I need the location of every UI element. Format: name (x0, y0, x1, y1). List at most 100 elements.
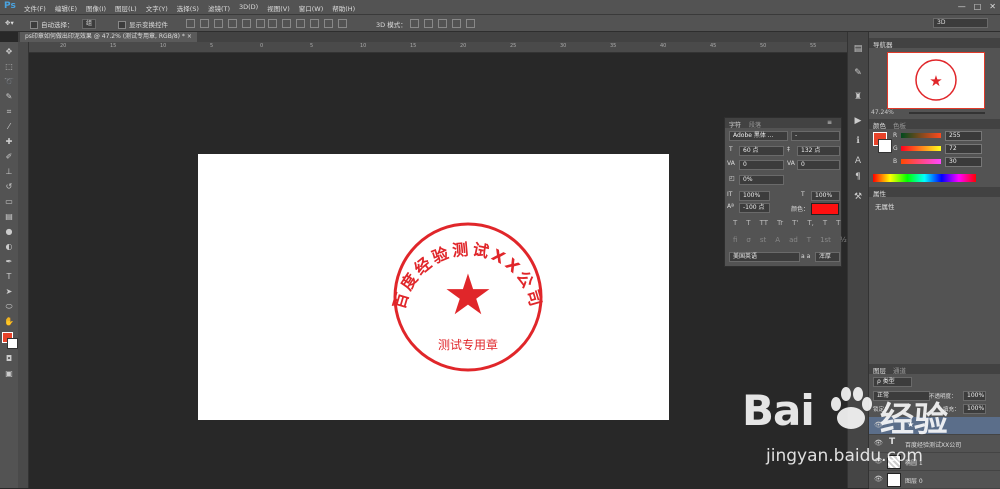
ligature-button[interactable]: fi (733, 236, 737, 244)
move-tool-icon[interactable]: ✥ (3, 47, 15, 56)
navigator-preview[interactable]: ★ (887, 52, 985, 109)
quick-select-tool-icon[interactable]: ✎ (3, 92, 15, 101)
distribute-bottom-icon[interactable] (296, 19, 305, 28)
align-vcenter-icon[interactable] (200, 19, 209, 28)
tab-channels[interactable]: 通道 (893, 365, 906, 375)
auto-select-checkbox[interactable]: 自动选择： (30, 19, 74, 29)
slide-3d-icon[interactable] (452, 19, 461, 28)
shape-tool-icon[interactable]: ⬭ (3, 302, 15, 311)
align-left-icon[interactable] (228, 19, 237, 28)
font-family-select[interactable]: Adobe 黑体 ... (729, 131, 788, 141)
marquee-tool-icon[interactable]: ⬚ (3, 62, 15, 71)
hand-tool-icon[interactable]: ✋ (3, 317, 15, 326)
r-value[interactable]: 255 (945, 131, 982, 141)
pen-tool-icon[interactable]: ✒ (3, 257, 15, 266)
vertical-scale-field[interactable]: 100% (739, 191, 770, 201)
g-value[interactable]: 72 (945, 144, 982, 154)
distribute-top-icon[interactable] (268, 19, 277, 28)
font-size-field[interactable]: 60 点 (739, 146, 784, 156)
menu-layer[interactable]: 图层(L) (115, 3, 137, 13)
type-tool-icon[interactable]: T (3, 272, 15, 281)
menu-image[interactable]: 图像(I) (86, 3, 106, 13)
screen-mode-icon[interactable]: ▣ (3, 369, 15, 378)
minimize-button[interactable]: — (958, 2, 966, 11)
navigator-zoom-slider[interactable] (909, 112, 985, 114)
tab-color[interactable]: 颜色 (873, 120, 886, 130)
eraser-tool-icon[interactable]: ▭ (3, 197, 15, 206)
menu-3d[interactable]: 3D(D) (239, 3, 258, 13)
rotate-3d-icon[interactable] (410, 19, 419, 28)
horizontal-scale-field[interactable]: 100% (811, 191, 840, 201)
distribute-right-icon[interactable] (338, 19, 347, 28)
tsume-field[interactable]: 0% (739, 175, 784, 185)
distribute-hcenter-icon[interactable] (324, 19, 333, 28)
menu-help[interactable]: 帮助(H) (332, 3, 355, 13)
document-tab[interactable]: ps印章如何做出印泥效果 @ 47.2% (测试专用章, RGB/8) * × (20, 32, 197, 42)
gradient-tool-icon[interactable]: ▤ (3, 212, 15, 221)
menu-file[interactable]: 文件(F) (24, 3, 46, 13)
r-slider[interactable] (901, 133, 941, 138)
tab-paragraph[interactable]: 段落 (749, 120, 761, 129)
text-color-swatch[interactable] (811, 203, 839, 215)
info-panel-icon[interactable]: ℹ (852, 136, 864, 146)
contextual-alt-button[interactable]: σ (746, 236, 750, 244)
g-slider[interactable] (901, 146, 941, 151)
workspace-select[interactable]: 3D (933, 18, 988, 28)
tracking-field[interactable]: 0 (797, 160, 840, 170)
auto-select-dropdown[interactable]: 组 (82, 19, 97, 29)
small-caps-button[interactable]: Tr (777, 219, 783, 227)
color-panel-background[interactable] (878, 139, 892, 153)
titling-alt-button[interactable]: T (807, 236, 811, 244)
tools-preset-icon[interactable]: ⚒ (852, 192, 864, 202)
panel-menu-icon[interactable]: ≡ (827, 119, 832, 126)
close-tab-icon[interactable]: × (187, 33, 192, 40)
blur-tool-icon[interactable]: ● (3, 227, 15, 236)
tab-properties[interactable]: 属性 (873, 188, 886, 198)
menu-type[interactable]: 文字(Y) (146, 3, 168, 13)
align-top-icon[interactable] (186, 19, 195, 28)
background-color-swatch[interactable] (7, 338, 18, 349)
lasso-tool-icon[interactable]: ➰ (3, 77, 15, 86)
path-select-tool-icon[interactable]: ➤ (3, 287, 15, 296)
menu-filter[interactable]: 滤镜(T) (208, 3, 230, 13)
scale-3d-icon[interactable] (466, 19, 475, 28)
clone-source-icon[interactable]: ♜ (852, 92, 864, 102)
align-hcenter-icon[interactable] (242, 19, 251, 28)
menu-window[interactable]: 窗口(W) (299, 3, 324, 13)
menu-edit[interactable]: 编辑(E) (55, 3, 77, 13)
tab-character[interactable]: 字符 (729, 120, 741, 129)
antialias-select[interactable]: 浑厚 (815, 252, 840, 262)
tab-swatches[interactable]: 色板 (893, 120, 906, 130)
stylistic-alt-button[interactable]: ad (789, 236, 798, 244)
swash-button[interactable]: A (775, 236, 780, 244)
kerning-field[interactable]: 0 (739, 160, 784, 170)
eyedropper-tool-icon[interactable]: ⁄ (3, 122, 15, 131)
crop-tool-icon[interactable]: ⌗ (3, 107, 15, 116)
superscript-button[interactable]: T' (792, 219, 798, 227)
paragraph-panel-icon[interactable]: ¶ (852, 172, 864, 182)
quick-mask-icon[interactable]: ◘ (3, 354, 15, 363)
character-panel-icon[interactable]: A (852, 156, 864, 166)
leading-field[interactable]: 132 点 (797, 146, 840, 156)
tab-layers[interactable]: 图层 (873, 365, 886, 375)
all-caps-button[interactable]: TT (760, 219, 768, 227)
faux-bold-button[interactable]: T (733, 219, 737, 227)
stamp-tool-icon[interactable]: ⊥ (3, 167, 15, 176)
close-button[interactable]: ✕ (989, 2, 996, 11)
healing-tool-icon[interactable]: ✚ (3, 137, 15, 146)
color-spectrum-bar[interactable] (873, 174, 976, 182)
font-style-select[interactable]: - (791, 131, 840, 141)
history-brush-tool-icon[interactable]: ↺ (3, 182, 15, 191)
menu-view[interactable]: 视图(V) (267, 3, 290, 13)
dodge-tool-icon[interactable]: ◐ (3, 242, 15, 251)
fractions-button[interactable]: ½ (840, 236, 847, 244)
b-slider[interactable] (901, 159, 941, 164)
baseline-shift-field[interactable]: -100 点 (739, 203, 770, 213)
b-value[interactable]: 30 (945, 157, 982, 167)
maximize-button[interactable]: □ (974, 2, 982, 11)
underline-button[interactable]: T (823, 219, 827, 227)
faux-italic-button[interactable]: T (746, 219, 750, 227)
ordinals-button[interactable]: 1st (820, 236, 831, 244)
strikethrough-button[interactable]: T (836, 219, 840, 227)
tab-navigator[interactable]: 导航器 (873, 39, 893, 49)
